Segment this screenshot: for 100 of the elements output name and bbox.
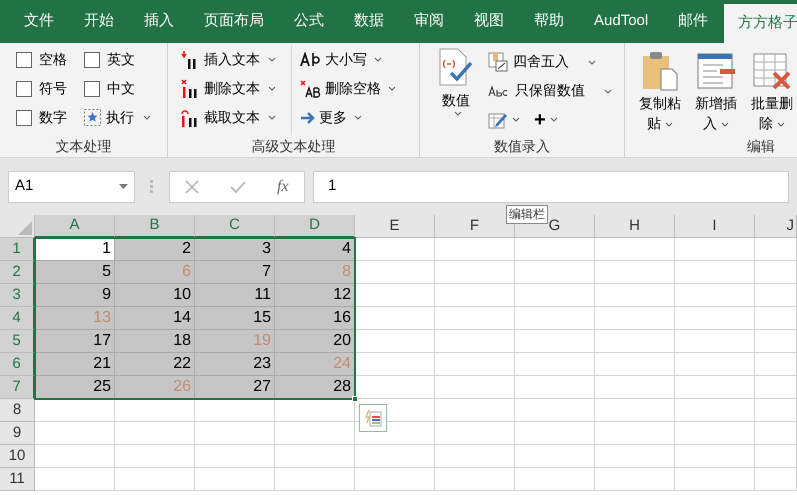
column-header[interactable]: D	[275, 215, 355, 238]
fill-handle[interactable]	[352, 396, 358, 402]
table-cell: 8	[275, 261, 355, 284]
row-header[interactable]: 10	[0, 445, 35, 468]
checkbox[interactable]	[84, 52, 100, 68]
formula-input[interactable]: 1	[313, 170, 789, 202]
arrow-icon	[300, 110, 316, 124]
number-button[interactable]: 数值	[434, 47, 478, 135]
row-header[interactable]: 7	[0, 376, 35, 399]
row-header[interactable]: 2	[0, 261, 35, 284]
grip-icon	[150, 180, 154, 194]
plus-button[interactable]: +	[530, 110, 562, 130]
table-cell: 6	[115, 261, 195, 284]
row-header[interactable]: 11	[0, 468, 35, 491]
table-cell: 10	[115, 284, 195, 307]
table-cell: 2	[115, 238, 195, 261]
ribbon-button[interactable]: 插入文本	[180, 45, 291, 74]
ribbon-button[interactable]: 新增插入	[691, 51, 741, 135]
table-cell: 12	[275, 284, 355, 307]
table-cell: 22	[115, 353, 195, 376]
table-cell: 7	[195, 261, 275, 284]
function-button[interactable]: fx	[277, 174, 289, 198]
column-header[interactable]: I	[675, 215, 755, 238]
table-cell: 9	[35, 284, 115, 307]
clipboard-icon	[641, 51, 679, 91]
number-check-icon	[437, 47, 475, 87]
ribbon-button[interactable]: 四舍五入	[488, 47, 612, 76]
row-header[interactable]: 8	[0, 399, 35, 422]
ribbon-tab[interactable]: 文件	[10, 0, 68, 43]
ribbon-tab[interactable]: 方方格子	[724, 4, 797, 43]
checkbox[interactable]	[84, 80, 100, 96]
ribbon-tab[interactable]: 插入	[130, 0, 188, 43]
ribbon-button[interactable]: 截取文本	[180, 103, 291, 132]
ribbon-tab[interactable]: 页面布局	[190, 0, 278, 43]
column-header[interactable]: A	[35, 215, 115, 238]
ribbon-button[interactable]: 删除文本	[180, 74, 291, 103]
name-box[interactable]: A1	[8, 170, 135, 202]
row-header[interactable]: 5	[0, 330, 35, 353]
ribbon-tab[interactable]: 视图	[460, 0, 518, 43]
caret-icon	[512, 117, 520, 122]
check-icon[interactable]	[230, 180, 246, 192]
column-header[interactable]: B	[115, 215, 195, 238]
table-cell: 13	[35, 307, 115, 330]
row-header[interactable]: 6	[0, 353, 35, 376]
row-header[interactable]: 9	[0, 422, 35, 445]
caret-icon	[374, 57, 382, 62]
ribbon-tab[interactable]: 帮助	[520, 0, 578, 43]
checkbox-label: 中文	[107, 79, 135, 98]
run-button[interactable]: 执行	[84, 103, 151, 132]
table-cell: 26	[115, 376, 195, 399]
column-header[interactable]: J	[755, 215, 797, 238]
edit-table-button[interactable]	[488, 110, 520, 128]
caret-icon	[388, 86, 396, 91]
ribbon-button[interactable]: 删除空格	[300, 74, 396, 103]
ribbon-button[interactable]: 复制粘贴	[635, 51, 685, 135]
caret-icon	[665, 122, 673, 127]
table-cell: 19	[195, 330, 275, 353]
row-header[interactable]: 1	[0, 238, 35, 261]
ribbon-tab[interactable]: 开始	[70, 0, 128, 43]
caret-icon	[550, 117, 558, 122]
ribbon-button[interactable]: 更多	[300, 103, 396, 132]
table-cell: 15	[195, 307, 275, 330]
group-label: 文本处理	[54, 137, 112, 156]
table-delete-icon	[752, 51, 792, 91]
table-cell: 20	[275, 330, 355, 353]
column-header[interactable]: E	[355, 215, 435, 238]
checkbox[interactable]	[16, 80, 32, 96]
checkbox[interactable]	[16, 110, 32, 126]
column-header[interactable]: H	[595, 215, 675, 238]
remove-space-icon	[300, 80, 322, 98]
table-cell: 1	[35, 238, 115, 261]
group-label: 数值录入	[493, 137, 551, 156]
quick-analysis-button[interactable]	[359, 404, 387, 432]
abc-icon	[488, 84, 510, 96]
checkbox-label: 英文	[107, 50, 135, 69]
table-cell: 3	[195, 238, 275, 261]
table-cell: 17	[35, 330, 115, 353]
table-cell: 27	[195, 376, 275, 399]
ribbon-button[interactable]: 只保留数值	[488, 76, 612, 105]
column-header[interactable]: C	[195, 215, 275, 238]
table-cell: 18	[115, 330, 195, 353]
ribbon-tab[interactable]: 邮件	[664, 0, 722, 43]
ribbon-tab[interactable]: 审阅	[400, 0, 458, 43]
caret-icon	[268, 57, 276, 62]
case-icon	[300, 52, 322, 68]
ribbon-tab[interactable]: 公式	[280, 0, 338, 43]
table-cell: 24	[275, 353, 355, 376]
ribbon-button[interactable]: 大小写	[300, 45, 396, 74]
checkbox[interactable]	[16, 52, 32, 68]
group-label: 高级文本处理	[250, 137, 336, 156]
table-cell: 4	[275, 238, 355, 261]
group-label: 编辑	[746, 137, 776, 156]
caret-icon	[143, 115, 151, 120]
dropdown-icon	[119, 184, 128, 189]
row-header[interactable]: 3	[0, 284, 35, 307]
ribbon-tab[interactable]: 数据	[340, 0, 398, 43]
table-cell: 14	[115, 307, 195, 330]
ribbon-button[interactable]: 批量删除	[747, 51, 797, 135]
row-header[interactable]: 4	[0, 307, 35, 330]
ribbon-tab[interactable]: AudTool	[580, 0, 662, 43]
